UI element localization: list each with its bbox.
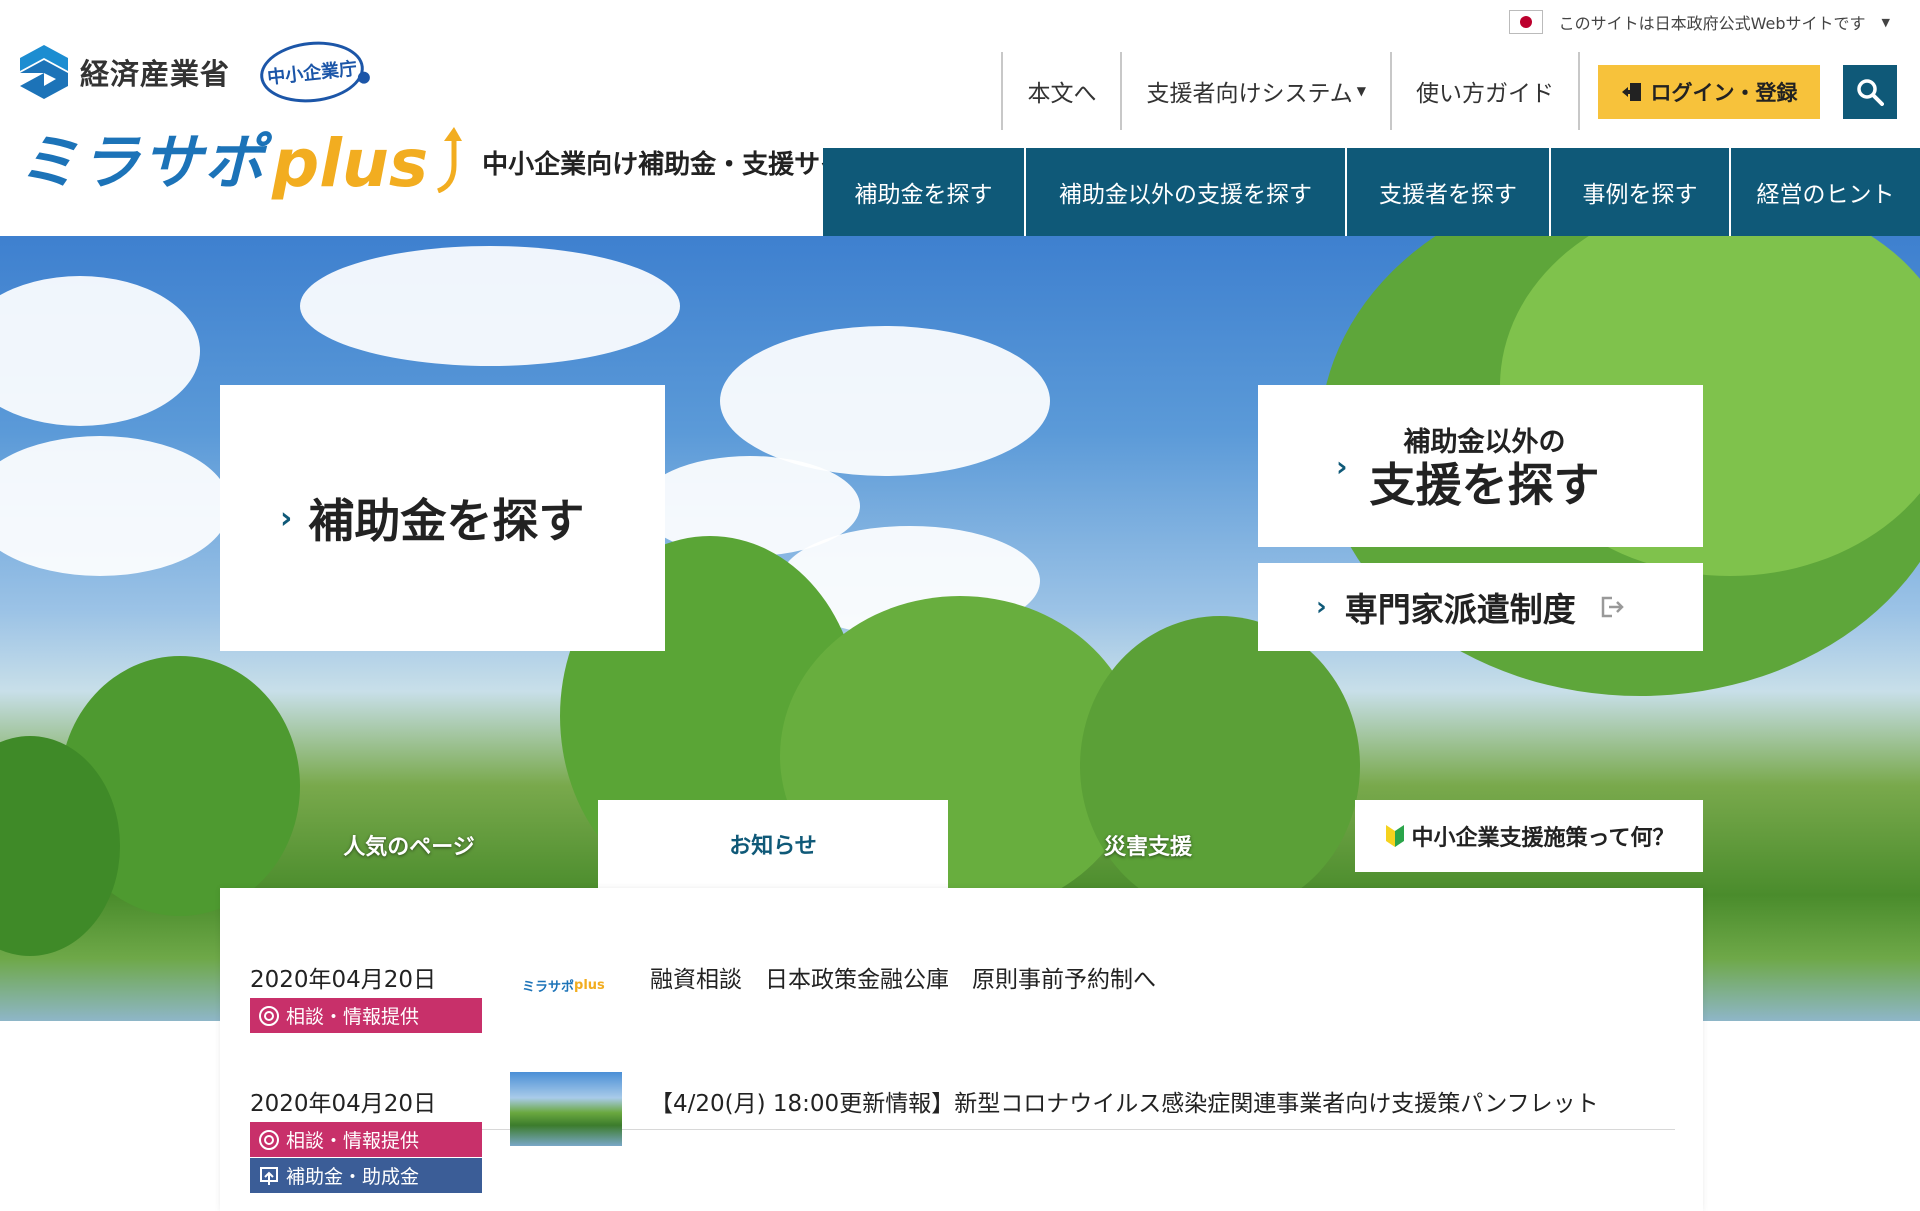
category-tag-subsidy[interactable]: 補助金・助成金 — [250, 1158, 482, 1193]
supporter-system-menu[interactable]: 支援者向けシステム ▼ — [1120, 52, 1390, 130]
site-tagline: 中小企業向け補助金・支援サイト — [482, 150, 873, 180]
nature-thumbnail — [510, 1072, 622, 1146]
caret-down-icon: ▼ — [1881, 15, 1890, 29]
chevron-right-icon: › — [1336, 449, 1348, 483]
hero-expert-label: 専門家派遣制度 — [1344, 590, 1576, 629]
skip-to-content-link[interactable]: 本文へ — [1001, 52, 1120, 130]
caret-down-icon: ▼ — [1356, 84, 1366, 98]
hero-find-subsidy-card[interactable]: › 補助金を探す — [220, 385, 665, 651]
skip-label: 本文へ — [1027, 81, 1097, 107]
cloud — [0, 276, 200, 426]
news-date: 2020年04月20日 — [250, 967, 437, 993]
hero-find-subsidy-label: 補助金を探す — [308, 494, 585, 548]
nav-find-other-support[interactable]: 補助金以外の支援を探す — [1026, 148, 1347, 236]
gov-banner-text: このサイトは日本政府公式Webサイトです — [1558, 14, 1866, 33]
agency-logos: 経済産業省 中小企業庁 — [18, 36, 367, 108]
main-nav: 補助金を探す 補助金以外の支援を探す 支援者を探す 事例を探す 経営のヒント — [823, 148, 1920, 236]
cloud — [0, 436, 230, 576]
login-door-icon — [1621, 83, 1641, 101]
hero-other-support-text: 補助金以外の 支援を探す — [1370, 420, 1600, 512]
consultation-icon — [259, 1129, 279, 1150]
guide-label: 使い方ガイド — [1416, 81, 1554, 107]
brand-arrow-icon — [437, 127, 463, 193]
site-brand[interactable]: ミラサポ plus 中小企業向け補助金・支援サイト — [18, 124, 873, 202]
chevron-right-icon: › — [1316, 592, 1327, 622]
nav-management-hints[interactable]: 経営のヒント — [1731, 148, 1920, 236]
hero-find-other-support-card[interactable]: › 補助金以外の 支援を探す — [1258, 385, 1703, 547]
japan-flag-icon — [1508, 10, 1543, 34]
hero-other-line2: 支援を探す — [1369, 458, 1600, 513]
login-register-button[interactable]: ログイン・登録 — [1598, 65, 1820, 119]
search-button[interactable] — [1843, 65, 1897, 119]
consultation-icon — [259, 1005, 279, 1026]
usage-guide-link[interactable]: 使い方ガイド — [1390, 52, 1580, 130]
beginner-mark-icon — [1385, 825, 1404, 847]
what-is-sme-support-button[interactable]: 中小企業支援施策って何？ — [1355, 800, 1703, 872]
mirasapo-thumbnail: ミラサポ plus — [522, 968, 632, 1002]
meti-name: 経済産業省 — [80, 57, 231, 91]
meti-mark-icon — [20, 45, 68, 99]
utility-nav: 本文へ 支援者向けシステム ▼ 使い方ガイド — [1001, 52, 1580, 130]
subsidy-icon — [260, 1166, 278, 1185]
hero-other-line1: 補助金以外の — [1403, 427, 1566, 459]
nav-find-cases[interactable]: 事例を探す — [1551, 148, 1731, 236]
news-list: 2020年04月20日 相談・情報提供 ミラサポ plus 融資相談 日本政策金融… — [220, 888, 1703, 1211]
hero-expert-dispatch-card[interactable]: › 専門家派遣制度 — [1258, 563, 1703, 651]
tag-label: 補助金・助成金 — [286, 1166, 420, 1188]
tab-popular-pages[interactable]: 人気のページ — [220, 802, 598, 888]
nav-find-subsidy[interactable]: 補助金を探す — [823, 148, 1026, 236]
what-is-label: 中小企業支援施策って何？ — [1411, 826, 1675, 851]
sme-agency-logo[interactable]: 中小企業庁 — [257, 36, 367, 108]
gov-banner[interactable]: このサイトは日本政府公式Webサイトです ▼ — [1508, 10, 1890, 34]
content-tabs: 人気のページ お知らせ 災害支援 中小企業支援施策って何？ — [220, 800, 1703, 888]
tab-disaster-support[interactable]: 災害支援 — [948, 802, 1348, 888]
cloud — [300, 246, 680, 366]
brand-name: ミラサポ — [18, 128, 266, 198]
news-title-link[interactable]: 【4/20(月) 18:00更新情報】新型コロナウイルス感染症関連事業者向け支援… — [650, 1084, 1599, 1118]
tag-label: 相談・情報提供 — [286, 1006, 420, 1028]
external-link-icon — [1601, 596, 1624, 618]
news-date: 2020年04月20日 — [250, 1091, 437, 1117]
tab-news[interactable]: お知らせ — [598, 800, 948, 888]
news-title-link[interactable]: 融資相談 日本政策金融公庫 原則事前予約制へ — [650, 960, 1156, 994]
category-tag-consultation[interactable]: 相談・情報提供 — [250, 998, 482, 1033]
category-tag-consultation[interactable]: 相談・情報提供 — [250, 1122, 482, 1157]
page: このサイトは日本政府公式Webサイトです ▼ 経済産業省 中小企業庁 ミラサポ … — [0, 0, 1920, 1211]
nav-find-supporter[interactable]: 支援者を探す — [1347, 148, 1551, 236]
sme-agency-name: 中小企業庁 — [266, 58, 359, 89]
login-label: ログイン・登録 — [1650, 81, 1798, 105]
supporter-system-label: 支援者向けシステム — [1146, 81, 1353, 107]
brand-plus: plus — [272, 124, 429, 202]
meti-logo[interactable]: 経済産業省 — [18, 43, 230, 101]
thumb-plus: plus — [574, 977, 605, 993]
chevron-right-icon: › — [280, 500, 293, 536]
search-icon — [1857, 79, 1884, 106]
tag-label: 相談・情報提供 — [286, 1130, 420, 1152]
cloud — [720, 326, 1050, 476]
thumb-brand: ミラサポ — [522, 979, 575, 995]
